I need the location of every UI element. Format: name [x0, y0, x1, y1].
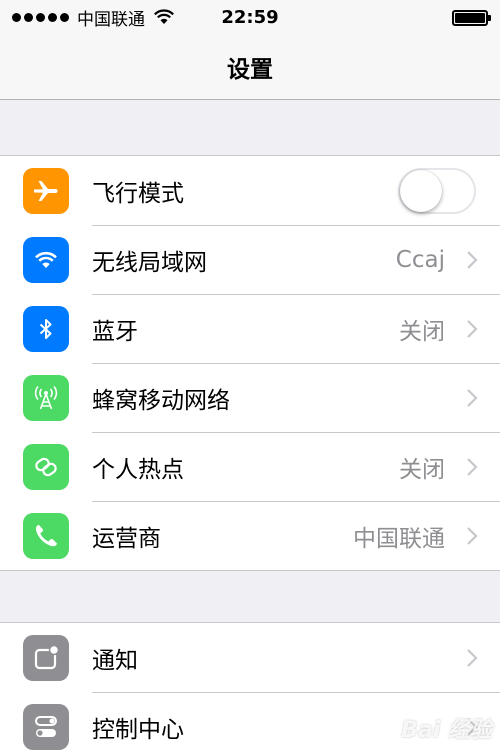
chevron-right-icon: [467, 526, 478, 545]
cellular-antenna-icon: [23, 374, 69, 421]
bluetooth-icon: [23, 305, 69, 352]
wifi-icon: [23, 236, 69, 283]
navigation-bar: 设置: [0, 34, 500, 100]
wifi-status-icon: [154, 9, 174, 24]
carrier-value: 中国联通: [353, 525, 445, 552]
personal-hotspot-label: 个人热点: [92, 456, 184, 483]
bluetooth-label: 蓝牙: [92, 318, 138, 345]
cellular-label: 蜂窝移动网络: [92, 387, 230, 414]
page-title: 设置: [227, 56, 273, 83]
battery-icon: [452, 10, 491, 26]
airplane-icon: [23, 167, 69, 214]
bluetooth-status-value: 关闭: [399, 318, 445, 345]
settings-row-airplane-mode[interactable]: 飞行模式: [0, 156, 500, 225]
watermark: Bai 经验: [401, 718, 492, 743]
chevron-right-icon: [467, 250, 478, 269]
wifi-network-value: Ccaj: [395, 246, 445, 273]
carrier-name: 中国联通: [77, 9, 145, 30]
settings-row-personal-hotspot[interactable]: 个人热点 关闭: [0, 432, 500, 501]
notifications-label: 通知: [92, 647, 138, 674]
settings-row-carrier[interactable]: 运营商 中国联通: [0, 501, 500, 570]
control-center-icon: [23, 703, 69, 750]
personal-hotspot-status-value: 关闭: [399, 456, 445, 483]
chevron-right-icon: [467, 319, 478, 338]
wifi-label: 无线局域网: [92, 249, 207, 276]
notifications-icon: [23, 634, 69, 681]
airplane-mode-toggle[interactable]: [398, 167, 476, 214]
phone-icon: [23, 512, 69, 559]
carrier-label: 运营商: [92, 525, 161, 552]
settings-row-notifications[interactable]: 通知: [0, 623, 500, 692]
hotspot-link-icon: [23, 443, 69, 490]
settings-row-bluetooth[interactable]: 蓝牙 关闭: [0, 294, 500, 363]
airplane-mode-label: 飞行模式: [92, 180, 184, 207]
control-center-label: 控制中心: [92, 716, 184, 743]
settings-group-connectivity: 飞行模式 无线局域网 Ccaj 蓝牙 关闭 蜂窝移动网络 个人热点 关闭 运营商…: [0, 155, 500, 571]
toggle-knob: [400, 169, 442, 212]
chevron-right-icon: [467, 457, 478, 476]
status-clock: 22:59: [221, 6, 279, 28]
settings-row-wifi[interactable]: 无线局域网 Ccaj: [0, 225, 500, 294]
settings-row-cellular[interactable]: 蜂窝移动网络: [0, 363, 500, 432]
signal-strength-icon: [12, 12, 69, 22]
status-bar: 中国联通 22:59: [0, 0, 500, 34]
chevron-right-icon: [467, 648, 478, 667]
chevron-right-icon: [467, 388, 478, 407]
